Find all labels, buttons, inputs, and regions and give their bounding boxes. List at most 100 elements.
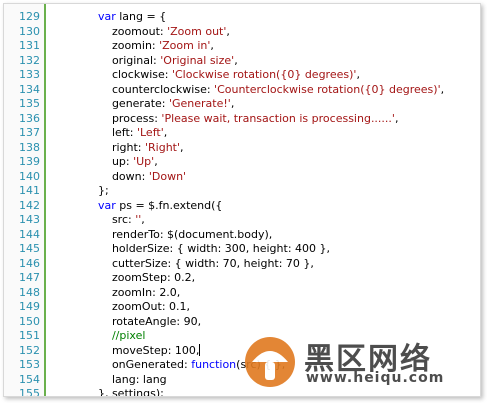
watermark-url: www.heiqu.com	[306, 370, 445, 386]
code-token: src:	[56, 213, 136, 226]
code-line[interactable]: 146 cutterSize: { width: 70, height: 70 …	[4, 257, 480, 272]
string-token: 'Zoom out'	[167, 24, 227, 38]
code-line[interactable]: 150 rotateAngle: 90,	[4, 315, 480, 330]
code-line[interactable]: 148 zoomIn: 2.0,	[4, 286, 480, 301]
code-token: holderSize: { width: 300, height: 400 },	[56, 242, 331, 255]
line-number: 143	[19, 213, 40, 226]
code-token: ,	[234, 53, 238, 67]
code-text: counterclockwise: 'Counterclockwise rota…	[56, 83, 444, 98]
code-token: ,	[141, 213, 145, 226]
code-token: down:	[56, 169, 149, 183]
code-text: process: 'Please wait, transaction is pr…	[56, 111, 399, 127]
code-line[interactable]: 132 original: 'Original size',	[4, 54, 480, 69]
code-line[interactable]: 130 zoomout: 'Zoom out',	[4, 25, 480, 40]
line-number: 144	[19, 227, 40, 241]
code-token: original:	[56, 53, 161, 67]
code-token: generate:	[56, 97, 169, 110]
code-token: ,	[154, 155, 158, 168]
code-text: cutterSize: { width: 70, height: 70 },	[56, 257, 314, 272]
code-text: zoomin: 'Zoom in',	[56, 39, 214, 54]
line-number: 135	[19, 97, 40, 110]
code-token: lang: lang	[56, 372, 167, 386]
code-text: lang: lang	[56, 373, 167, 388]
line-number: 155	[19, 387, 40, 397]
code-token: ,	[394, 111, 399, 125]
code-token: ps = $.fn.extend({	[115, 198, 223, 212]
code-text: zoomStep: 0.2,	[56, 271, 195, 286]
code-token: zoomOut: 0.1,	[56, 300, 191, 313]
line-number: 148	[19, 285, 40, 299]
code-token: ,	[230, 97, 235, 110]
code-token: ,	[210, 39, 214, 52]
comment-token: //pixel	[111, 329, 146, 342]
line-number: 151	[19, 329, 40, 342]
code-text: var lang = {	[56, 10, 166, 25]
code-text: zoomIn: 2.0,	[56, 286, 180, 301]
code-token: ,	[440, 82, 445, 96]
code-text: }, settings);	[56, 387, 164, 396]
string-token: 'Down'	[148, 169, 187, 183]
string-token: 'Please wait, transaction is processing.…	[161, 111, 395, 125]
code-text: down: 'Down'	[56, 170, 186, 185]
code-editor[interactable]: 129 var lang = {130 zoomout: 'Zoom out',…	[3, 3, 481, 397]
code-token: ,	[356, 68, 360, 81]
mushroom-logo-icon	[245, 337, 295, 387]
code-token: clockwise:	[56, 68, 172, 81]
line-number: 138	[19, 140, 40, 154]
code-text: zoomout: 'Zoom out',	[56, 25, 230, 40]
code-token: zoomIn: 2.0,	[56, 285, 181, 299]
string-token: 'Generate!'	[168, 97, 231, 110]
code-line[interactable]: 135 generate: 'Generate!',	[4, 97, 480, 112]
line-number: 131	[19, 39, 40, 52]
code-text: holderSize: { width: 300, height: 400 },	[56, 242, 330, 257]
keyword-token: var	[97, 198, 116, 212]
code-line[interactable]: 144 renderTo: $(document.body),	[4, 228, 480, 243]
line-number: 130	[19, 24, 40, 38]
line-number: 141	[19, 184, 40, 197]
code-token: zoomStep: 0.2,	[56, 271, 196, 284]
line-number: 149	[19, 300, 40, 313]
string-token: 'Right'	[145, 140, 181, 154]
code-line[interactable]: 139 up: 'Up',	[4, 155, 480, 170]
code-line[interactable]: 145 holderSize: { width: 300, height: 40…	[4, 242, 480, 257]
line-number: 136	[19, 111, 40, 125]
code-line[interactable]: 129 var lang = {	[4, 10, 480, 25]
code-line[interactable]: 149 zoomOut: 0.1,	[4, 300, 480, 315]
code-text: moveStep: 100,	[56, 343, 201, 359]
code-line[interactable]: 140 down: 'Down'	[4, 170, 480, 185]
code-token: ,	[180, 140, 184, 154]
line-number: 146	[19, 256, 40, 270]
code-line[interactable]: 142 var ps = $.fn.extend({	[4, 199, 480, 214]
code-text: renderTo: $(document.body),	[56, 228, 272, 243]
code-token: cutterSize: { width: 70, height: 70 },	[56, 256, 314, 270]
code-token: };	[56, 184, 109, 197]
line-number: 145	[19, 242, 40, 255]
code-line[interactable]: 136 process: 'Please wait, transaction i…	[4, 112, 480, 127]
code-line[interactable]: 138 right: 'Right',	[4, 141, 480, 156]
code-text: left: 'Left',	[56, 126, 167, 141]
code-token: right:	[56, 140, 145, 154]
code-token: up:	[56, 155, 134, 168]
keyword-token: function	[191, 358, 237, 371]
code-text: //pixel	[56, 329, 145, 344]
code-line[interactable]: 137 left: 'Left',	[4, 126, 480, 141]
code-text: right: 'Right',	[56, 141, 184, 156]
code-line[interactable]: 143 src: '',	[4, 213, 480, 228]
code-line[interactable]: 131 zoomin: 'Zoom in',	[4, 39, 480, 54]
string-token: 'Clockwise rotation({0} degrees)'	[171, 68, 357, 81]
string-token: 'Counterclockwise rotation({0} degrees)'	[214, 82, 441, 96]
code-token: process:	[56, 111, 162, 125]
code-line[interactable]: 133 clockwise: 'Clockwise rotation({0} d…	[4, 68, 480, 83]
code-line[interactable]: 147 zoomStep: 0.2,	[4, 271, 480, 286]
watermark: 黑区网络 www.heiqu.com	[244, 332, 474, 392]
code-token: renderTo: $(document.body),	[56, 227, 273, 241]
line-number: 134	[19, 82, 40, 96]
line-number: 137	[19, 126, 40, 139]
code-line[interactable]: 141 };	[4, 184, 480, 199]
code-text: src: '',	[56, 213, 145, 228]
code-text: clockwise: 'Clockwise rotation({0} degre…	[56, 68, 360, 83]
line-number: 147	[19, 271, 40, 284]
code-text: generate: 'Generate!',	[56, 97, 234, 112]
code-line[interactable]: 134 counterclockwise: 'Counterclockwise …	[4, 83, 480, 98]
